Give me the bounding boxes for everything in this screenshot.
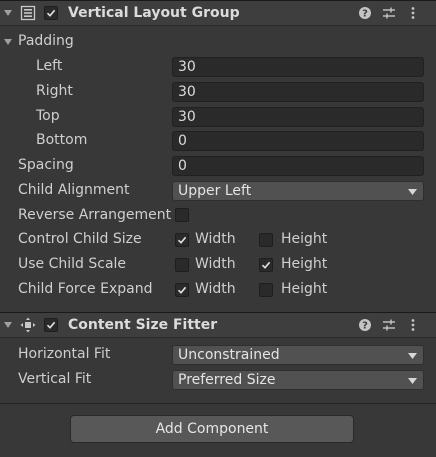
content-fitter-icon <box>20 317 36 333</box>
child-alignment-value: Upper Left <box>178 183 252 199</box>
vertical-fit-dropdown[interactable]: Preferred Size <box>172 370 424 390</box>
svg-text:?: ? <box>362 9 368 20</box>
checkmark-icon <box>177 286 187 294</box>
horizontal-fit-value: Unconstrained <box>178 347 280 363</box>
checkmark-icon <box>46 9 56 17</box>
control-child-size-width-checkbox[interactable] <box>175 233 189 247</box>
checkmark-icon <box>177 236 187 244</box>
dropdown-arrow-icon <box>408 353 417 359</box>
padding-top-label: Top <box>36 108 60 124</box>
reverse-arrangement-label: Reverse Arrangement <box>18 207 172 223</box>
help-icon[interactable]: ? <box>358 318 372 332</box>
spacing-label: Spacing <box>18 157 74 173</box>
content-size-fitter-enabled-checkbox[interactable] <box>44 318 58 332</box>
horizontal-fit-dropdown[interactable]: Unconstrained <box>172 345 424 365</box>
checkmark-icon <box>261 261 271 269</box>
child-force-expand-width-label: Width <box>195 281 236 297</box>
dropdown-arrow-icon <box>408 378 417 384</box>
use-child-scale-label: Use Child Scale <box>18 256 127 272</box>
padding-left-field[interactable]: 30 <box>172 57 424 77</box>
horizontal-fit-label: Horizontal Fit <box>18 346 111 362</box>
child-force-expand-label: Child Force Expand <box>18 281 153 297</box>
add-component-button[interactable]: Add Component <box>70 415 354 443</box>
padding-right-field[interactable]: 30 <box>172 82 424 102</box>
control-child-size-label: Control Child Size <box>18 231 142 247</box>
help-icon[interactable]: ? <box>358 6 372 20</box>
reverse-arrangement-checkbox[interactable] <box>175 208 189 222</box>
vertical-layout-group-enabled-checkbox[interactable] <box>44 6 58 20</box>
child-force-expand-height-label: Height <box>281 281 328 297</box>
checkmark-icon <box>46 321 56 329</box>
padding-bottom-field[interactable]: 0 <box>172 131 424 151</box>
use-child-scale-height-checkbox[interactable] <box>259 258 273 272</box>
child-force-expand-width-checkbox[interactable] <box>175 283 189 297</box>
content-size-fitter-header[interactable]: Content Size Fitter ? <box>0 312 436 338</box>
content-size-fitter-title: Content Size Fitter <box>68 317 218 333</box>
padding-right-label: Right <box>36 83 73 99</box>
padding-bottom-label: Bottom <box>36 132 88 148</box>
svg-text:?: ? <box>362 321 368 332</box>
vertical-layout-group-header[interactable]: Vertical Layout Group ? <box>0 0 436 26</box>
use-child-scale-width-label: Width <box>195 256 236 272</box>
fold-arrow-icon[interactable] <box>3 8 13 18</box>
control-child-size-height-label: Height <box>281 231 328 247</box>
layout-group-icon <box>20 5 36 21</box>
spacing-field[interactable]: 0 <box>172 156 424 176</box>
fold-arrow-icon[interactable] <box>3 320 13 330</box>
use-child-scale-height-label: Height <box>281 256 328 272</box>
dropdown-arrow-icon <box>408 189 417 195</box>
vertical-fit-value: Preferred Size <box>178 372 276 388</box>
control-child-size-width-label: Width <box>195 231 236 247</box>
vertical-fit-label: Vertical Fit <box>18 371 92 387</box>
padding-label[interactable]: Padding <box>18 33 74 49</box>
kebab-menu-icon[interactable] <box>406 318 420 332</box>
child-alignment-label: Child Alignment <box>18 182 130 198</box>
use-child-scale-width-checkbox[interactable] <box>175 258 189 272</box>
padding-left-label: Left <box>36 58 63 74</box>
child-force-expand-height-checkbox[interactable] <box>259 283 273 297</box>
kebab-menu-icon[interactable] <box>406 6 420 20</box>
padding-top-field[interactable]: 30 <box>172 107 424 127</box>
presets-icon[interactable] <box>382 6 396 20</box>
presets-icon[interactable] <box>382 318 396 332</box>
component-divider <box>0 403 436 404</box>
child-alignment-dropdown[interactable]: Upper Left <box>172 181 424 201</box>
vertical-layout-group-title: Vertical Layout Group <box>68 5 240 21</box>
padding-fold-arrow-icon[interactable] <box>3 37 13 47</box>
control-child-size-height-checkbox[interactable] <box>259 233 273 247</box>
